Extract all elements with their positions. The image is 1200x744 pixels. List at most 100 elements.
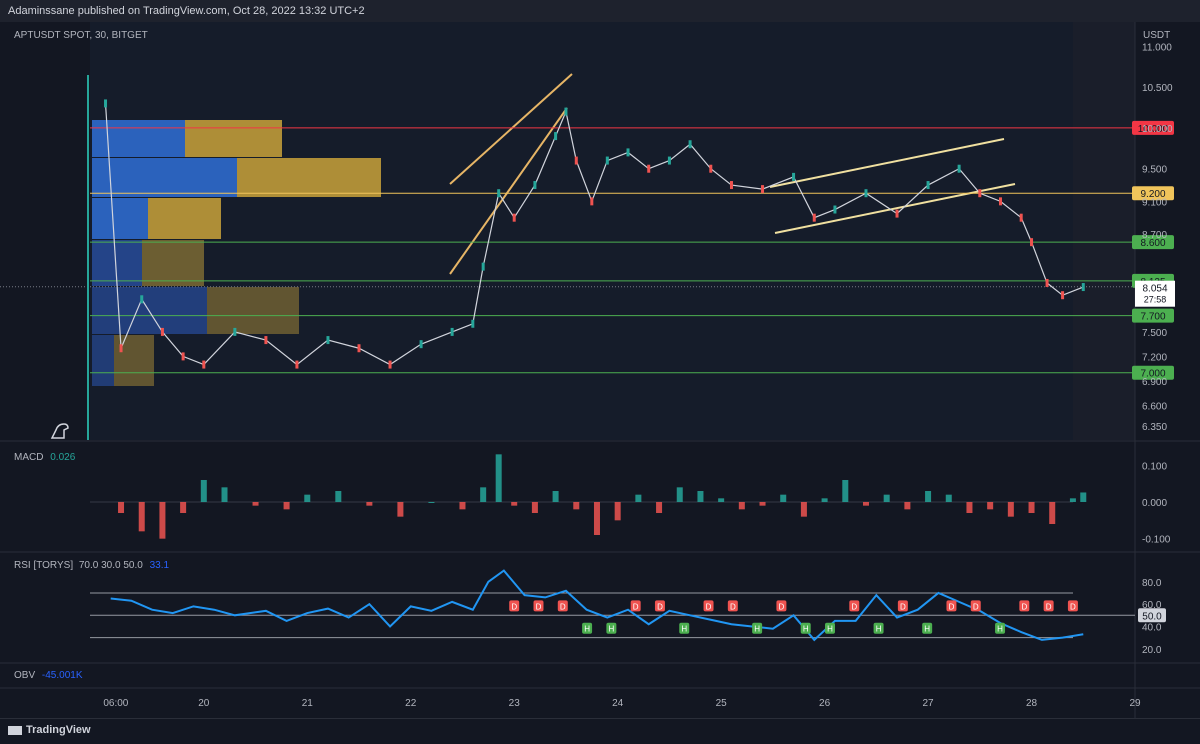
price-point — [564, 107, 568, 116]
price-point — [792, 172, 796, 181]
rsi-marker-label: D — [560, 602, 566, 611]
level-label-4: 7.700 — [1140, 312, 1165, 323]
rsi-marker-label: H — [924, 625, 930, 634]
price-point — [181, 352, 185, 361]
macd-bar — [366, 502, 373, 506]
rsi-marker-label: H — [681, 625, 687, 634]
price-point — [812, 213, 816, 222]
price-point — [978, 189, 982, 198]
price-point — [1045, 278, 1049, 287]
rsi-marker-label: H — [827, 625, 833, 634]
macd-bar — [1080, 492, 1087, 502]
footer-bar — [0, 718, 1200, 744]
rsi-marker-label: D — [536, 602, 542, 611]
macd-title: MACD 0.026 — [14, 452, 75, 463]
last-price-countdown: 27:58 — [1144, 295, 1167, 305]
macd-bar — [780, 494, 787, 502]
tradingview-brand[interactable]: TradingView — [8, 724, 91, 736]
macd-bar — [593, 502, 600, 535]
macd-tick: -0.100 — [1142, 535, 1171, 546]
macd-bar — [304, 494, 311, 502]
rsi-marker-label: D — [973, 602, 979, 611]
macd-bar — [180, 502, 187, 513]
price-tick: 6.350 — [1142, 422, 1167, 433]
chart-canvas[interactable]: 10.0009.2008.6008.1257.7007.0008.05427:5… — [0, 0, 1200, 743]
macd-bar — [966, 502, 973, 513]
rsi-marker-label: D — [779, 602, 785, 611]
x-tick: 29 — [1129, 698, 1141, 709]
price-point — [647, 164, 651, 173]
price-tick: 9.100 — [1142, 197, 1167, 208]
price-tick: 7.200 — [1142, 352, 1167, 363]
x-tick: 25 — [716, 698, 728, 709]
price-point — [326, 336, 330, 345]
macd-bar — [252, 502, 259, 506]
rsi-label: RSI [TORYS] — [14, 560, 74, 571]
macd-bar — [428, 502, 435, 503]
macd-bar — [397, 502, 404, 517]
rsi-marker-label: D — [1046, 602, 1052, 611]
price-point — [1061, 291, 1065, 300]
rsi-tick: 50.0 — [1142, 611, 1162, 622]
rsi-marker-label: D — [706, 602, 712, 611]
price-point — [1030, 238, 1034, 247]
macd-bar — [904, 502, 911, 510]
price-point — [419, 340, 423, 349]
rsi-marker-label: D — [657, 602, 663, 611]
price-point — [140, 295, 144, 304]
macd-bar — [283, 502, 290, 510]
macd-bar — [221, 487, 228, 502]
macd-bar — [200, 480, 207, 502]
macd-label: MACD — [14, 452, 44, 463]
x-tick: 27 — [923, 698, 935, 709]
price-point — [512, 213, 516, 222]
rsi-value: 33.1 — [149, 560, 170, 571]
x-tick: 23 — [509, 698, 521, 709]
price-point — [450, 327, 454, 336]
rsi-marker-label: H — [608, 625, 614, 634]
price-tick: 6.900 — [1142, 377, 1167, 388]
x-tick: 22 — [405, 698, 417, 709]
price-point — [833, 205, 837, 214]
rsi-tick: 40.0 — [1142, 622, 1162, 633]
macd-bar — [1049, 502, 1056, 524]
macd-bar — [511, 502, 518, 506]
macd-bar — [656, 502, 663, 513]
price-point — [1019, 213, 1023, 222]
price-point — [497, 189, 501, 198]
price-point — [688, 140, 692, 149]
x-tick: 06:00 — [103, 698, 128, 709]
price-point — [998, 197, 1002, 206]
macd-bar — [1069, 498, 1076, 502]
price-point — [357, 344, 361, 353]
macd-bar — [635, 494, 642, 502]
macd-bar — [842, 480, 849, 502]
rsi-marker-label: D — [900, 602, 906, 611]
obv-value: -45.001K — [41, 670, 83, 681]
obv-label: OBV — [14, 670, 36, 681]
rsi-marker-label: D — [851, 602, 857, 611]
price-point — [605, 156, 609, 165]
macd-bar — [335, 491, 342, 502]
price-point — [202, 360, 206, 369]
rsi-marker-label: D — [1021, 602, 1027, 611]
price-tick: 8.700 — [1142, 230, 1167, 241]
macd-tick: 0.100 — [1142, 461, 1167, 472]
price-tick: 10.000 — [1142, 124, 1173, 135]
chart-title: APTUSDT SPOT, 30, BITGET — [14, 30, 148, 41]
macd-bar — [1007, 502, 1014, 517]
rsi-title: RSI [TORYS] 70.0 30.0 50.0 33.1 — [14, 560, 169, 571]
price-point — [554, 132, 558, 141]
price-point — [233, 327, 237, 336]
price-point — [667, 156, 671, 165]
price-point — [533, 181, 537, 190]
macd-value: 0.026 — [50, 452, 76, 463]
x-tick: 28 — [1026, 698, 1038, 709]
price-point — [590, 197, 594, 206]
last-price-value: 8.054 — [1142, 284, 1167, 295]
price-point — [295, 360, 299, 369]
price-point — [729, 181, 733, 190]
price-point — [471, 319, 475, 328]
price-point — [574, 156, 578, 165]
macd-bar — [718, 498, 725, 502]
